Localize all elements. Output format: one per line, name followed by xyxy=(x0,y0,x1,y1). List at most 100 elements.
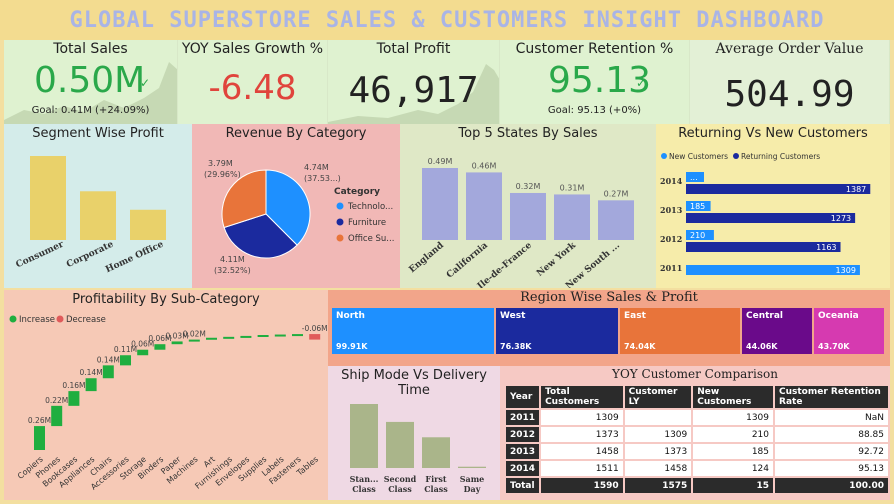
region-name: East xyxy=(624,311,646,321)
table-cell: 2014 xyxy=(503,459,542,478)
region-cell[interactable]: Oceania 43.70K xyxy=(814,308,884,354)
yoy-table: Year Total Customers Customer LY New Custom… xyxy=(503,384,890,495)
region-value: 99.91K xyxy=(336,342,368,351)
subcategory-chart: Increase Decrease0.26MCopiers0.22MPhones0… xyxy=(9,315,328,492)
kpi-aov[interactable]: Average Order Value 504.99 xyxy=(690,40,890,124)
region-name: West xyxy=(500,311,526,321)
returning-label: 1387 xyxy=(846,185,866,194)
waterfall-bar xyxy=(34,426,45,450)
ship-bar xyxy=(422,437,450,468)
table-header[interactable]: New Customers xyxy=(691,384,776,410)
table-cell: 2013 xyxy=(503,442,542,461)
ship-tick: Class xyxy=(352,484,376,494)
table-cell: 92.72 xyxy=(773,442,890,461)
state-label: 0.46M xyxy=(472,161,497,170)
returning-label: 1273 xyxy=(831,214,851,223)
segment-bar xyxy=(130,209,166,240)
region-cell[interactable]: East 74.04K xyxy=(620,308,740,354)
returning-panel[interactable]: Returning Vs New Customers New Customers… xyxy=(656,124,890,288)
table-cell: 1309 xyxy=(539,408,625,427)
region-panel[interactable]: Region Wise Sales & Profit North 99.91K We… xyxy=(328,290,890,366)
returning-bar xyxy=(686,213,856,223)
new-label: ... xyxy=(690,173,698,182)
kpi-title: Average Order Value xyxy=(715,41,864,57)
state-tick: England xyxy=(407,240,446,275)
state-label: 0.31M xyxy=(560,183,585,192)
table-header[interactable]: Customer Retention Rate xyxy=(773,384,890,410)
legend-label: Technolo... xyxy=(347,202,393,212)
kpi-total-profit[interactable]: Total Profit 46,917 xyxy=(328,40,500,124)
waterfall-bar xyxy=(292,334,303,337)
shipmode-panel[interactable]: Ship Mode Vs Delivery Time Stan... Class S… xyxy=(328,366,500,500)
kpi-total-sales[interactable]: Total Sales 0.50M ✓ Goal: 0.41M (+24.09%… xyxy=(4,40,178,124)
waterfall-bar xyxy=(274,334,286,337)
region-treemap: North 99.91K West 76.38K East 74.04K Central 44… xyxy=(332,308,888,354)
ship-tick: First xyxy=(425,474,446,484)
segment-chart: Consumer CorporateHome Office xyxy=(15,156,166,275)
state-tick: California xyxy=(445,241,490,281)
legend-dot xyxy=(56,315,64,323)
kpi-goal: Goal: 0.41M (+24.09%) xyxy=(31,105,150,116)
table-cell: 1309 xyxy=(622,425,694,444)
region-title: Region Wise Sales & Profit xyxy=(520,290,698,305)
legend-dot xyxy=(661,153,667,159)
legend-label: Returning Customers xyxy=(741,152,820,161)
waterfall-bar xyxy=(68,391,80,406)
pie-label: 4.74M xyxy=(304,163,329,172)
yoy-title: YOY Customer Comparison xyxy=(612,367,778,381)
dashboard-title-bar: GLOBAL SUPERSTORE SALES & CUSTOMERS INSI… xyxy=(0,0,894,40)
waterfall-label: 0.02M xyxy=(183,330,206,339)
year-tick: 2011 xyxy=(660,263,682,273)
pie-label: (29.96%) xyxy=(204,170,241,179)
year-tick: 2014 xyxy=(660,176,683,186)
state-tick: New York xyxy=(535,240,578,279)
segment-panel[interactable]: Segment Wise Profit Consumer Corporate Hom… xyxy=(4,124,192,288)
ship-bar xyxy=(350,404,378,468)
dashboard-title: GLOBAL SUPERSTORE SALES & CUSTOMERS INSI… xyxy=(69,7,825,33)
states-panel[interactable]: Top 5 States By Sales 0.49M England 0.46M C… xyxy=(400,124,656,288)
category-chart: 4.74M (37.53...) 3.79M (29.96%) 4.11M (32.52%… xyxy=(204,159,394,275)
table-cell xyxy=(622,408,694,427)
yoy-panel[interactable]: YOY Customer Comparison Year Total Custom… xyxy=(500,366,890,500)
table-row: 2011 1309 1309 NaN xyxy=(503,408,890,427)
kpi-yoy-growth[interactable]: YOY Sales Growth % -6.48 xyxy=(178,40,328,124)
table-cell: 95.13 xyxy=(773,459,890,478)
region-cell[interactable]: North 99.91K xyxy=(332,308,494,354)
waterfall-bar xyxy=(240,335,252,338)
category-panel[interactable]: Revenue By Category 4.74M (37.53...) 3.79M… xyxy=(192,124,400,288)
kpi-retention[interactable]: Customer Retention % 95.13 ✓ Goal: 95.13… xyxy=(500,40,690,124)
region-cell[interactable]: West 76.38K xyxy=(496,308,618,354)
region-cell[interactable]: Central 44.06K xyxy=(742,308,812,354)
segment-bar xyxy=(30,156,66,240)
states-chart: 0.49MEngland0.46MCalifornia0.32MIle-de-F… xyxy=(407,157,634,288)
table-cell: 124 xyxy=(691,459,776,478)
table-cell: 1458 xyxy=(539,442,625,461)
table-header[interactable]: Customer LY xyxy=(622,384,694,410)
legend-dot xyxy=(336,202,344,210)
ship-tick: Day xyxy=(464,484,481,494)
shipmode-chart: Stan...ClassSecondClassFirstClassSameDay xyxy=(350,404,486,494)
table-cell: 100.00 xyxy=(773,476,890,495)
state-bar xyxy=(466,172,502,240)
waterfall-bar xyxy=(257,335,269,337)
ship-bar xyxy=(458,466,486,468)
year-tick: 2013 xyxy=(660,205,683,215)
waterfall-bar xyxy=(223,336,235,339)
pie-label: 3.79M xyxy=(208,159,233,168)
state-bar xyxy=(598,200,634,240)
region-value: 43.70K xyxy=(818,342,850,351)
segment-tick: Consumer xyxy=(15,240,66,271)
table-row: Total 1590 1575 15 100.00 xyxy=(503,476,890,495)
legend-dot xyxy=(9,315,17,323)
table-header[interactable]: Year xyxy=(503,384,542,410)
legend-dot xyxy=(336,234,344,242)
check-icon: ✓ xyxy=(636,76,647,90)
waterfall-bar xyxy=(102,365,114,379)
ship-tick: Class xyxy=(388,484,412,494)
legend-label: Increase xyxy=(19,315,55,325)
new-label: 210 xyxy=(690,231,705,240)
region-value: 44.06K xyxy=(746,342,778,351)
subcategory-panel[interactable]: Profitability By Sub-Category Increase De… xyxy=(4,290,328,500)
table-header[interactable]: Total Customers xyxy=(539,384,625,410)
year-tick: 2012 xyxy=(660,234,682,244)
